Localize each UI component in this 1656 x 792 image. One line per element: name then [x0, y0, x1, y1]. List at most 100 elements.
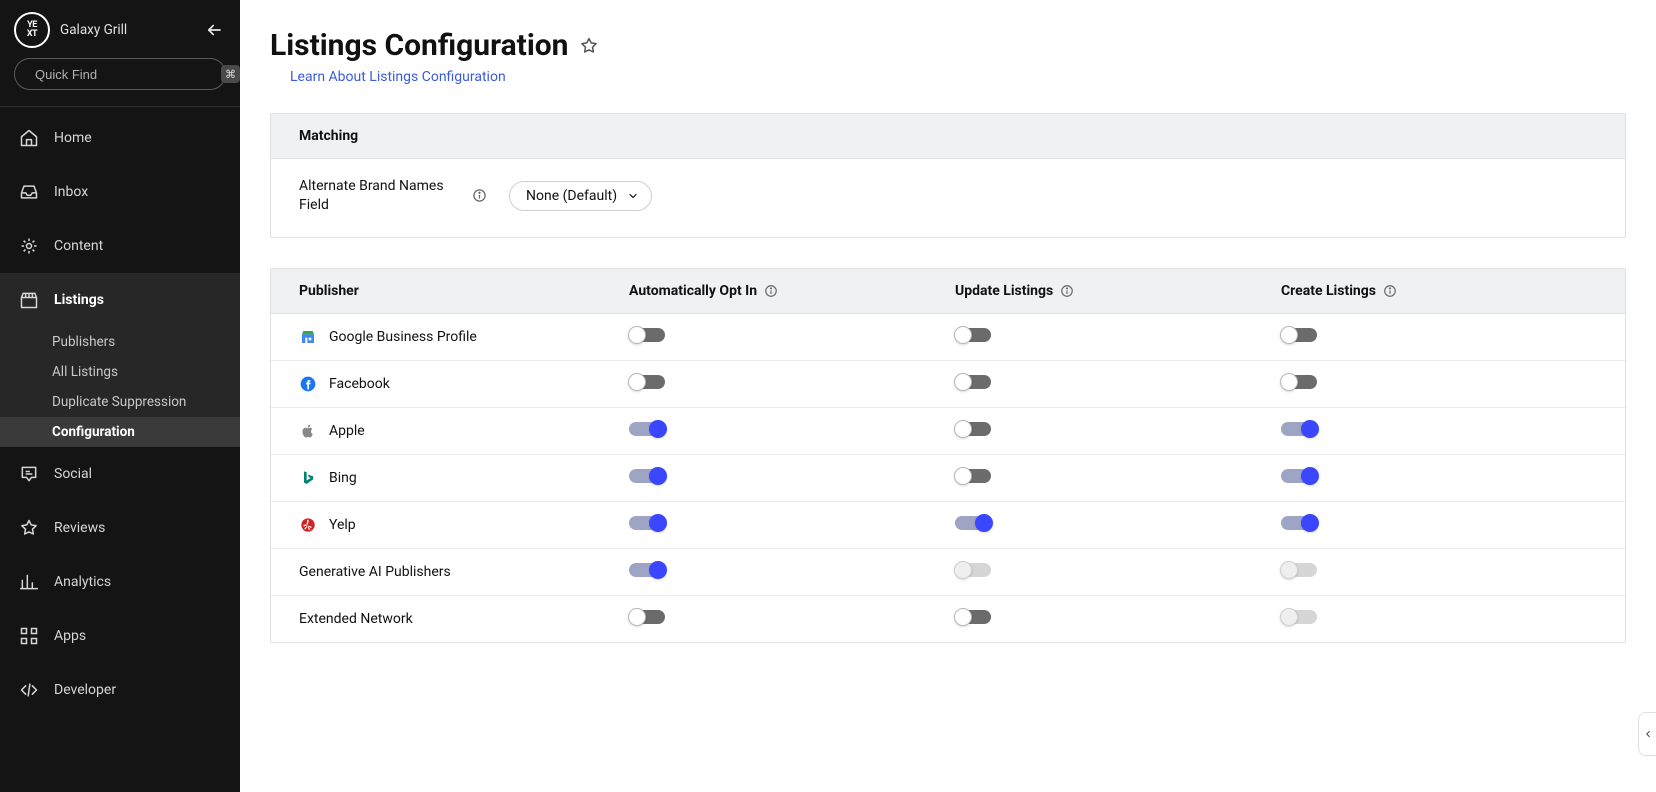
- publisher-label: Apple: [329, 423, 365, 439]
- cell-create-listings: [1281, 516, 1597, 534]
- nav-item-reviews[interactable]: Reviews: [0, 501, 240, 555]
- arrow-left-icon: [205, 21, 223, 39]
- toggle-facebook-update[interactable]: [955, 375, 991, 389]
- alternate-brand-names-label: Alternate Brand Names Field: [299, 177, 449, 215]
- nav-item-listings[interactable]: Listings: [0, 273, 240, 327]
- toggle-bing-auto-opt-in[interactable]: [629, 469, 665, 483]
- toggle-google-auto-opt-in[interactable]: [629, 328, 665, 342]
- toggle-bing-update[interactable]: [955, 469, 991, 483]
- toggle-knob: [954, 373, 972, 391]
- cell-create-listings: [1281, 328, 1597, 346]
- toggle-knob: [628, 373, 646, 391]
- toggle-facebook-create[interactable]: [1281, 375, 1317, 389]
- cell-create-listings: [1281, 375, 1597, 393]
- nav-item-content[interactable]: Content: [0, 219, 240, 273]
- sub-nav-item-configuration[interactable]: Configuration: [0, 417, 240, 447]
- toggle-google-create[interactable]: [1281, 328, 1317, 342]
- nav-item-label: Content: [54, 238, 103, 254]
- cell-auto-opt-in: [629, 375, 945, 393]
- nav-item-developer[interactable]: Developer: [0, 663, 240, 717]
- cell-create-listings: [1281, 610, 1597, 628]
- nav-item-home[interactable]: Home: [0, 111, 240, 165]
- toggle-genai-auto-opt-in[interactable]: [629, 563, 665, 577]
- publisher-label: Generative AI Publishers: [299, 564, 451, 580]
- toggle-apple-auto-opt-in[interactable]: [629, 422, 665, 436]
- toggle-extended-auto-opt-in[interactable]: [629, 610, 665, 624]
- auto-opt-in-info[interactable]: [763, 283, 779, 299]
- quick-find-input[interactable]: [33, 66, 213, 83]
- publisher-icon-apple: [299, 422, 317, 440]
- nav-item-social[interactable]: Social: [0, 447, 240, 501]
- toggle-knob: [1280, 561, 1298, 579]
- publishers-table-head: Publisher Automatically Opt In Update Li…: [271, 269, 1625, 314]
- col-update-listings: Update Listings: [955, 283, 1271, 299]
- sub-nav-item-label: All Listings: [52, 364, 118, 380]
- nav-item-analytics[interactable]: Analytics: [0, 555, 240, 609]
- cell-auto-opt-in: [629, 328, 945, 346]
- toggle-knob: [649, 467, 667, 485]
- nav-item-label: Reviews: [54, 520, 105, 536]
- toggle-facebook-auto-opt-in[interactable]: [629, 375, 665, 389]
- main-content: Listings Configuration Learn About Listi…: [240, 0, 1656, 792]
- account-name: Galaxy Grill: [60, 22, 192, 38]
- quick-find[interactable]: ⌘ K: [14, 58, 226, 90]
- publishers-table-body: Google Business Profile Facebook Apple Bing…: [271, 314, 1625, 642]
- toggle-extended-update[interactable]: [955, 610, 991, 624]
- cell-update-listings: [955, 469, 1271, 487]
- quick-find-wrap: ⌘ K: [0, 58, 240, 106]
- cell-create-listings: [1281, 563, 1597, 581]
- publishers-panel: Publisher Automatically Opt In Update Li…: [270, 268, 1626, 643]
- toggle-knob: [628, 326, 646, 344]
- toggle-knob: [954, 326, 972, 344]
- inbox-icon: [18, 181, 40, 203]
- cell-update-listings: [955, 422, 1271, 440]
- favorite-button[interactable]: [579, 36, 599, 56]
- sub-nav-item-label: Publishers: [52, 334, 115, 350]
- alternate-brand-names-info[interactable]: [471, 188, 487, 204]
- toggle-extended-create: [1281, 610, 1317, 624]
- publisher-icon-facebook: [299, 375, 317, 393]
- matching-panel: Matching Alternate Brand Names Field Non…: [270, 113, 1626, 238]
- developer-icon: [18, 679, 40, 701]
- col-label: Update Listings: [955, 283, 1053, 299]
- nav-item-label: Apps: [54, 628, 86, 644]
- sub-nav-item-publishers[interactable]: Publishers: [0, 327, 240, 357]
- publisher-label: Google Business Profile: [329, 329, 477, 345]
- cell-auto-opt-in: [629, 563, 945, 581]
- toggle-knob: [1301, 467, 1319, 485]
- toggle-bing-create[interactable]: [1281, 469, 1317, 483]
- col-create-listings: Create Listings: [1281, 283, 1597, 299]
- toggle-google-update[interactable]: [955, 328, 991, 342]
- toggle-apple-update[interactable]: [955, 422, 991, 436]
- create-listings-info[interactable]: [1382, 283, 1398, 299]
- cell-auto-opt-in: [629, 516, 945, 534]
- toggle-yelp-auto-opt-in[interactable]: [629, 516, 665, 530]
- toggle-knob: [954, 420, 972, 438]
- toggle-yelp-update[interactable]: [955, 516, 991, 530]
- star-outline-icon: [579, 36, 599, 56]
- nav-item-label: Developer: [54, 682, 116, 698]
- sidebar: YE XT Galaxy Grill ⌘ K Home: [0, 0, 240, 792]
- learn-link[interactable]: Learn About Listings Configuration: [290, 69, 506, 85]
- sub-nav-item-all-listings[interactable]: All Listings: [0, 357, 240, 387]
- nav-item-inbox[interactable]: Inbox: [0, 165, 240, 219]
- page-title: Listings Configuration: [270, 28, 569, 63]
- nav-item-apps[interactable]: Apps: [0, 609, 240, 663]
- publisher-row-yelp: Yelp: [271, 502, 1625, 549]
- publisher-label: Bing: [329, 470, 357, 486]
- update-listings-info[interactable]: [1059, 283, 1075, 299]
- toggle-apple-create[interactable]: [1281, 422, 1317, 436]
- publisher-icon-bing: [299, 469, 317, 487]
- brand-logo[interactable]: YE XT: [14, 12, 50, 48]
- publisher-label: Facebook: [329, 376, 390, 392]
- sub-nav-item-duplicate-suppression[interactable]: Duplicate Suppression: [0, 387, 240, 417]
- alternate-brand-names-select[interactable]: None (Default): [509, 181, 652, 211]
- toggle-yelp-create[interactable]: [1281, 516, 1317, 530]
- toggle-knob: [975, 514, 993, 532]
- publisher-row-genai: Generative AI Publishers: [271, 549, 1625, 596]
- right-rail-toggle[interactable]: [1638, 712, 1656, 756]
- sidebar-collapse-button[interactable]: [202, 18, 226, 42]
- publisher-label: Yelp: [329, 517, 356, 533]
- facebook-icon: [300, 376, 316, 392]
- publisher-icon-yelp: [299, 516, 317, 534]
